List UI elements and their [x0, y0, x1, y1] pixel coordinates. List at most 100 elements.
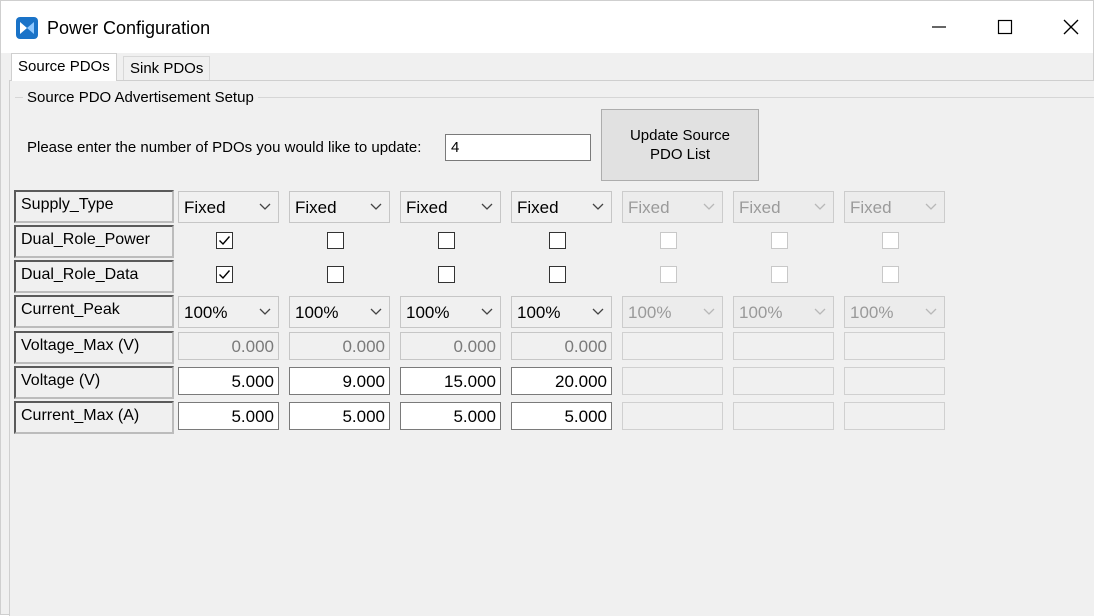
tab-source-pdos[interactable]: Source PDOs	[11, 53, 117, 81]
current-peak-value: 100%	[406, 303, 450, 322]
chevron-down-icon	[592, 203, 604, 210]
current-peak-select: 100%	[622, 296, 723, 328]
supply-type-value: Fixed	[406, 198, 448, 217]
current-max-field	[733, 402, 834, 430]
current-peak-value: 100%	[850, 303, 894, 322]
update-button-line-1: Update Source	[629, 127, 731, 144]
current-max-field[interactable]: 5.000	[400, 402, 501, 430]
dual-role-data-checkbox	[771, 266, 788, 283]
dual-role-data-checkbox	[660, 266, 677, 283]
current-max-field	[622, 402, 723, 430]
group-box-title: Source PDO Advertisement Setup	[23, 89, 258, 106]
tab-sink-pdos[interactable]: Sink PDOs	[123, 56, 211, 80]
chevron-down-icon	[481, 203, 493, 210]
supply-type-value: Fixed	[628, 198, 670, 217]
voltage-max-field: 0.000	[289, 332, 390, 360]
current-peak-value: 100%	[184, 303, 228, 322]
row-label-dual-role-data: Dual_Role_Data	[14, 260, 174, 293]
current-peak-value: 100%	[517, 303, 561, 322]
app-logo-icon	[16, 17, 38, 39]
voltage-field[interactable]: 20.000	[511, 367, 612, 395]
chevron-down-icon	[370, 203, 382, 210]
dual-role-data-checkbox	[882, 266, 899, 283]
supply-type-value: Fixed	[517, 198, 559, 217]
power-configuration-window: Power Configuration Source PDOs Sink PDO…	[0, 0, 1094, 616]
row-label-voltage-max: Voltage_Max (V)	[14, 331, 174, 364]
voltage-field	[844, 367, 945, 395]
voltage-max-field	[733, 332, 834, 360]
maximize-button[interactable]	[975, 9, 1035, 45]
dual-role-power-checkbox	[882, 232, 899, 249]
row-label-voltage: Voltage (V)	[14, 366, 174, 399]
dual-role-power-checkbox	[771, 232, 788, 249]
minimize-button[interactable]	[909, 9, 969, 45]
chevron-down-icon	[814, 203, 826, 210]
supply-type-value: Fixed	[184, 198, 226, 217]
dual-role-data-checkbox[interactable]	[549, 266, 566, 283]
pdo-count-prompt: Please enter the number of PDOs you woul…	[27, 139, 422, 156]
current-peak-value: 100%	[628, 303, 672, 322]
check-mark-icon	[219, 270, 231, 280]
voltage-max-field	[622, 332, 723, 360]
chevron-down-icon	[259, 203, 271, 210]
current-peak-select[interactable]: 100%	[400, 296, 501, 328]
current-max-field[interactable]: 5.000	[289, 402, 390, 430]
dual-role-power-checkbox[interactable]	[549, 232, 566, 249]
current-peak-select: 100%	[733, 296, 834, 328]
supply-type-value: Fixed	[295, 198, 337, 217]
voltage-field	[733, 367, 834, 395]
current-peak-value: 100%	[295, 303, 339, 322]
current-max-field[interactable]: 5.000	[511, 402, 612, 430]
check-mark-icon	[219, 236, 231, 246]
title-bar[interactable]: Power Configuration	[1, 1, 1093, 53]
supply-type-select: Fixed	[733, 191, 834, 223]
current-max-field[interactable]: 5.000	[178, 402, 279, 430]
voltage-field[interactable]: 15.000	[400, 367, 501, 395]
current-peak-select: 100%	[844, 296, 945, 328]
dual-role-power-checkbox[interactable]	[216, 232, 233, 249]
voltage-field	[622, 367, 723, 395]
supply-type-select[interactable]: Fixed	[289, 191, 390, 223]
dual-role-data-checkbox[interactable]	[327, 266, 344, 283]
current-max-field	[844, 402, 945, 430]
row-label-supply-type: Supply_Type	[14, 190, 174, 223]
voltage-field[interactable]: 5.000	[178, 367, 279, 395]
supply-type-select[interactable]: Fixed	[400, 191, 501, 223]
supply-type-value: Fixed	[850, 198, 892, 217]
supply-type-select: Fixed	[844, 191, 945, 223]
dual-role-power-checkbox[interactable]	[327, 232, 344, 249]
voltage-field[interactable]: 9.000	[289, 367, 390, 395]
current-peak-value: 100%	[739, 303, 783, 322]
update-source-pdo-list-button[interactable]: Update Source PDO List	[601, 109, 759, 181]
supply-type-value: Fixed	[739, 198, 781, 217]
voltage-max-field: 0.000	[400, 332, 501, 360]
dual-role-power-checkbox[interactable]	[438, 232, 455, 249]
maximize-icon	[997, 19, 1013, 35]
chevron-down-icon	[925, 203, 937, 210]
pdo-count-input[interactable]	[445, 134, 591, 161]
row-label-dual-role-power: Dual_Role_Power	[14, 225, 174, 258]
chevron-down-icon	[925, 308, 937, 315]
current-peak-select[interactable]: 100%	[511, 296, 612, 328]
chevron-down-icon	[814, 308, 826, 315]
current-peak-select[interactable]: 100%	[178, 296, 279, 328]
update-button-line-2: PDO List	[649, 146, 710, 163]
voltage-max-field	[844, 332, 945, 360]
row-label-current-max: Current_Max (A)	[14, 401, 174, 434]
chevron-down-icon	[703, 308, 715, 315]
close-button[interactable]	[1041, 9, 1094, 45]
supply-type-select[interactable]: Fixed	[178, 191, 279, 223]
minimize-icon	[932, 26, 946, 28]
supply-type-select: Fixed	[622, 191, 723, 223]
dual-role-data-checkbox[interactable]	[438, 266, 455, 283]
chevron-down-icon	[703, 203, 715, 210]
chevron-down-icon	[259, 308, 271, 315]
chevron-down-icon	[481, 308, 493, 315]
dual-role-data-checkbox[interactable]	[216, 266, 233, 283]
supply-type-select[interactable]: Fixed	[511, 191, 612, 223]
chevron-down-icon	[370, 308, 382, 315]
window-title: Power Configuration	[47, 18, 211, 38]
current-peak-select[interactable]: 100%	[289, 296, 390, 328]
close-icon	[1063, 19, 1079, 35]
dual-role-power-checkbox	[660, 232, 677, 249]
